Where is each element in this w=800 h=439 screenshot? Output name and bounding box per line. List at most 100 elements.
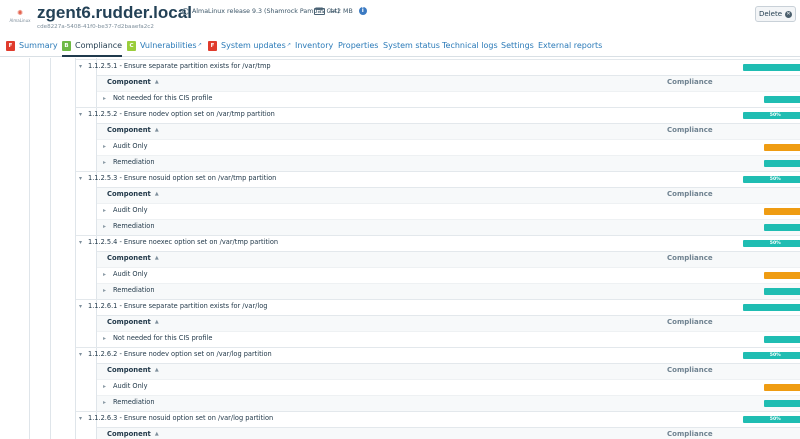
- chevron-right-icon[interactable]: ▸: [103, 144, 109, 150]
- chevron-right-icon[interactable]: ▸: [103, 272, 109, 278]
- component-column-header[interactable]: Component ▲: [107, 430, 159, 438]
- sort-icon[interactable]: ▲: [155, 79, 159, 85]
- component-column-header[interactable]: Component ▲: [107, 254, 159, 262]
- component-row[interactable]: ▸ Audit Only 100%: [97, 267, 800, 283]
- tab-compliance[interactable]: B Compliance: [62, 41, 123, 57]
- tab-properties[interactable]: Properties: [338, 41, 378, 57]
- compliance-bar: 50%50%: [743, 352, 800, 359]
- compliance-segment: 100%: [764, 400, 800, 407]
- chevron-right-icon[interactable]: ▸: [103, 400, 109, 406]
- chevron-right-icon[interactable]: ▸: [103, 288, 109, 294]
- compliance-bar: 100%: [764, 384, 800, 391]
- component-name: Not needed for this CIS profile: [113, 334, 213, 342]
- compliance-column-header[interactable]: Compliance: [667, 430, 713, 438]
- delete-button[interactable]: Delete ✕: [755, 6, 796, 22]
- compliance-segment: 100%: [743, 64, 800, 71]
- chevron-down-icon[interactable]: ▾: [79, 240, 85, 246]
- tree-guide-line: [50, 58, 51, 439]
- chevron-right-icon[interactable]: ▸: [103, 224, 109, 230]
- tab-settings[interactable]: Settings: [501, 41, 534, 57]
- tab-label: System updates: [221, 41, 286, 50]
- sort-icon[interactable]: ▲: [155, 367, 159, 373]
- compliance-bar: 100%: [764, 224, 800, 231]
- compliance-column-header[interactable]: Compliance: [667, 190, 713, 198]
- info-icon[interactable]: i: [358, 7, 367, 15]
- tab-vulnerabilities[interactable]: C Vulnerabilities ↗: [127, 41, 202, 57]
- rule-name: 1.1.2.5.1 - Ensure separate partition ex…: [88, 62, 271, 70]
- component-row[interactable]: ▸ Remediation 100%: [97, 283, 800, 299]
- chevron-down-icon[interactable]: ▾: [79, 352, 85, 358]
- rule-row[interactable]: ▾ 1.1.2.5.1 - Ensure separate partition e…: [76, 59, 800, 75]
- sort-icon[interactable]: ▲: [155, 191, 159, 197]
- rule-row[interactable]: ▾ 1.1.2.6.2 - Ensure nodev option set on …: [76, 347, 800, 363]
- component-row[interactable]: ▸ Audit Only 100%: [97, 379, 800, 395]
- tab-bar: F Summary B Compliance C Vulnerabilities ↗ F Sys…: [0, 37, 800, 57]
- sort-icon[interactable]: ▲: [155, 127, 159, 133]
- node-uuid: cde8227a-5408-41f0-be37-7d2baaefa2c2: [37, 24, 154, 30]
- chevron-down-icon[interactable]: ▾: [79, 416, 85, 422]
- chevron-right-icon[interactable]: ▸: [103, 96, 109, 102]
- component-row[interactable]: ▸ Not needed for this CIS profile 100%: [97, 331, 800, 347]
- component-row[interactable]: ▸ Audit Only 100%: [97, 139, 800, 155]
- component-row[interactable]: ▸ Remediation 100%: [97, 219, 800, 235]
- tab-label: Properties: [338, 41, 379, 50]
- component-column-header[interactable]: Component ▲: [107, 366, 159, 374]
- compliance-column-header[interactable]: Compliance: [667, 366, 713, 374]
- chevron-down-icon[interactable]: ▾: [79, 304, 85, 310]
- rule-name: 1.1.2.5.3 - Ensure nosuid option set on …: [88, 174, 277, 182]
- sort-icon[interactable]: ▲: [155, 319, 159, 325]
- delete-label: Delete: [759, 10, 782, 18]
- tab-system-status[interactable]: System status: [383, 41, 440, 57]
- chevron-down-icon[interactable]: ▾: [79, 64, 85, 70]
- compliance-segment: 50%: [743, 416, 800, 423]
- component-column-header[interactable]: Component ▲: [107, 190, 159, 198]
- compliance-segment: 100%: [764, 208, 800, 215]
- component-name: Remediation: [113, 398, 155, 406]
- compliance-column-header[interactable]: Compliance: [667, 254, 713, 262]
- compliance-bar: 100%: [764, 144, 800, 151]
- sort-icon[interactable]: ▲: [155, 431, 159, 437]
- component-row[interactable]: ▸ Not needed for this CIS profile 100%: [97, 91, 800, 107]
- compliance-column-header[interactable]: Compliance: [667, 318, 713, 326]
- compliance-bar: 100%: [764, 208, 800, 215]
- chevron-right-icon[interactable]: ▸: [103, 160, 109, 166]
- compliance-bar: 50%50%: [743, 416, 800, 423]
- tab-inventory[interactable]: Inventory: [295, 41, 333, 57]
- tab-label: Vulnerabilities: [140, 41, 197, 50]
- tab-external-reports[interactable]: External reports: [538, 41, 602, 57]
- tab-technical-logs[interactable]: Technical logs: [442, 41, 498, 57]
- tab-summary[interactable]: F Summary: [6, 41, 58, 57]
- compliance-segment: 100%: [764, 224, 800, 231]
- rule-row[interactable]: ▾ 1.1.2.5.2 - Ensure nodev option set on …: [76, 107, 800, 123]
- compliance-column-header[interactable]: Compliance: [667, 78, 713, 86]
- compliance-segment: 100%: [764, 96, 800, 103]
- chevron-right-icon[interactable]: ▸: [103, 384, 109, 390]
- rule-name: 1.1.2.6.3 - Ensure nosuid option set on …: [88, 414, 274, 422]
- component-column-header[interactable]: Component ▲: [107, 126, 159, 134]
- component-row[interactable]: ▸ Audit Only 100%: [97, 203, 800, 219]
- chevron-down-icon[interactable]: ▾: [79, 176, 85, 182]
- chevron-right-icon[interactable]: ▸: [103, 208, 109, 214]
- rule-row[interactable]: ▾ 1.1.2.6.1 - Ensure separate partition e…: [76, 299, 800, 315]
- tab-label: External reports: [538, 41, 603, 50]
- sort-icon[interactable]: ▲: [155, 255, 159, 261]
- rule-row[interactable]: ▾ 1.1.2.5.4 - Ensure noexec option set on…: [76, 235, 800, 251]
- rule-row[interactable]: ▾ 1.1.2.6.3 - Ensure nosuid option set on…: [76, 411, 800, 427]
- compliance-bar: 100%: [743, 64, 800, 71]
- tab-label: Technical logs: [442, 41, 498, 50]
- tab-system-updates[interactable]: F System updates ↗: [208, 41, 291, 57]
- component-name: Not needed for this CIS profile: [113, 94, 213, 102]
- component-column-header[interactable]: Component ▲: [107, 318, 159, 326]
- component-column-header[interactable]: Component ▲: [107, 78, 159, 86]
- component-row[interactable]: ▸ Remediation 100%: [97, 155, 800, 171]
- compliance-bar: 50%50%: [743, 112, 800, 119]
- component-header-label: Component: [107, 430, 151, 438]
- chevron-right-icon[interactable]: ▸: [103, 336, 109, 342]
- component-row[interactable]: ▸ Remediation 100%: [97, 395, 800, 411]
- chevron-down-icon[interactable]: ▾: [79, 112, 85, 118]
- rule-row[interactable]: ▾ 1.1.2.5.3 - Ensure nosuid option set on…: [76, 171, 800, 187]
- component-header-row: Component ▲ Compliance: [97, 187, 800, 203]
- component-header-label: Component: [107, 190, 151, 198]
- compliance-column-header[interactable]: Compliance: [667, 126, 713, 134]
- tab-label: Compliance: [75, 41, 123, 50]
